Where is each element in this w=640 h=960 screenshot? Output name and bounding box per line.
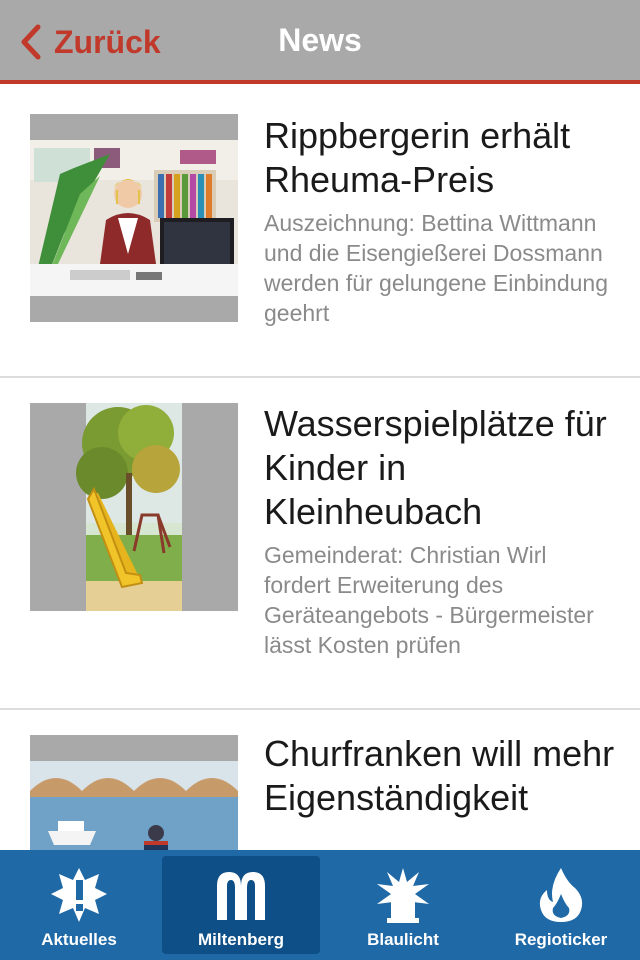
article-headline: Wasserspielplätze für Kinder in Kleinheu…: [264, 403, 607, 532]
playground-photo: [76, 403, 182, 611]
river-photo: [30, 761, 238, 850]
alert-burst-icon: [51, 868, 107, 922]
office-photo: [30, 140, 238, 296]
article-thumbnail: [30, 114, 238, 322]
news-list-item[interactable]: Wasserspielplätze für Kinder in Kleinheu…: [0, 378, 640, 710]
article-headline: Churfranken will mehr Eigenständigkeit: [264, 733, 615, 818]
top-navigation-bar: Zurück News: [0, 0, 640, 84]
tab-label: Regioticker: [514, 930, 608, 949]
article-teaser: Auszeichnung: Bettina Wittmann und die E…: [264, 210, 608, 326]
flame-icon: [539, 868, 583, 922]
tab-aktuelles[interactable]: Aktuelles: [0, 850, 158, 960]
article-thumbnail: [30, 735, 238, 850]
tab-blaulicht[interactable]: Blaulicht: [324, 850, 482, 960]
article-thumbnail: [30, 403, 238, 611]
tab-label: Blaulicht: [367, 930, 439, 949]
miltenberg-m-icon: [217, 872, 265, 920]
news-list-item[interactable]: Rippbergerin erhält Rheuma-Preis Auszeic…: [0, 88, 640, 378]
tab-regioticker[interactable]: Regioticker: [482, 850, 640, 960]
tab-label: Aktuelles: [41, 930, 117, 949]
article-headline: Rippbergerin erhält Rheuma-Preis: [264, 115, 571, 200]
bottom-tab-bar: Aktuelles Miltenberg Blaulicht Regiotick…: [0, 850, 640, 960]
tab-label: Miltenberg: [198, 930, 284, 949]
news-list[interactable]: Rippbergerin erhält Rheuma-Preis Auszeic…: [0, 88, 640, 850]
siren-icon: [377, 868, 429, 923]
news-list-item[interactable]: Churfranken will mehr Eigenständigkeit: [0, 710, 640, 850]
tab-miltenberg[interactable]: Miltenberg: [162, 856, 320, 954]
page-title: News: [278, 22, 362, 58]
article-teaser: Gemeinderat: Christian Wirl fordert Erwe…: [264, 542, 594, 658]
